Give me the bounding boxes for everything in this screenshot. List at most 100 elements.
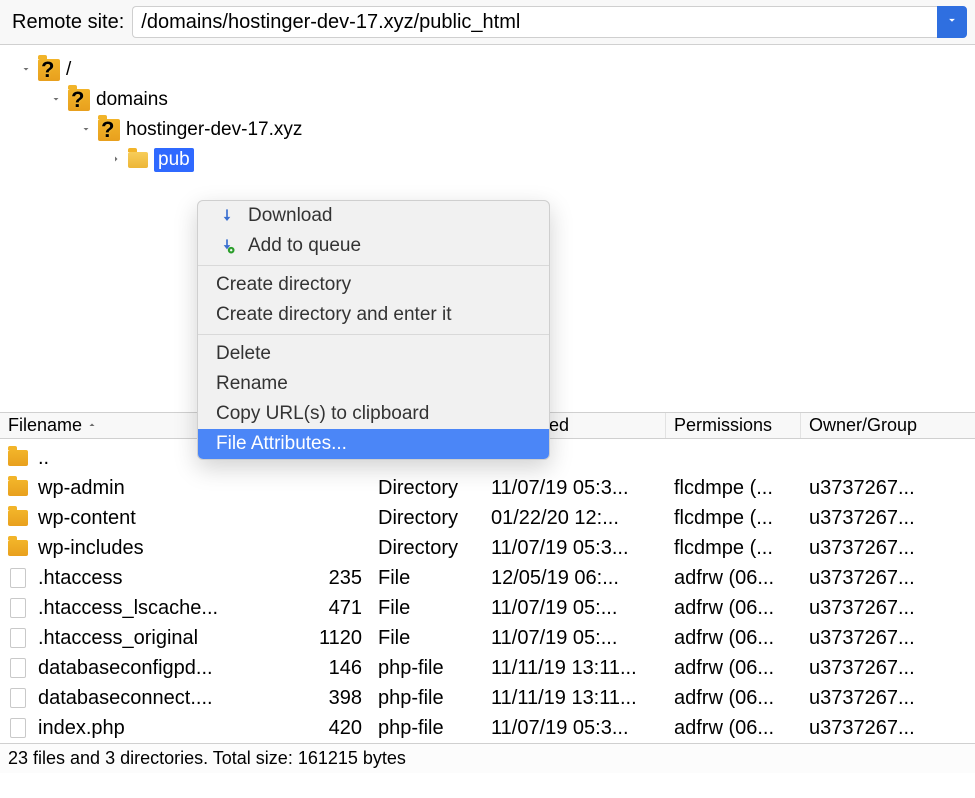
cell-owner: u3737267... (809, 507, 915, 530)
cell-filename: wp-includes (38, 537, 144, 560)
cell-modified: 11/07/19 05:3... (491, 477, 629, 500)
cell-modified: 11/07/19 05:3... (491, 717, 629, 740)
tree-row[interactable]: pub (8, 145, 967, 175)
cell-size: 471 (329, 597, 362, 620)
cell-type: php-file (378, 687, 444, 710)
table-row[interactable]: databaseconfigpd... 146 php-file 11/11/19 1… (0, 653, 975, 683)
cell-permissions: adfrw (06... (674, 567, 774, 590)
unknown-folder-icon: ? (98, 119, 120, 141)
cell-owner: u3737267... (809, 627, 915, 650)
col-label: Permissions (674, 415, 772, 436)
folder-icon (8, 480, 28, 496)
cell-modified: 11/07/19 05:3... (491, 537, 629, 560)
folder-icon (8, 510, 28, 526)
cell-modified: 11/07/19 05:... (491, 627, 617, 650)
cell-permissions: adfrw (06... (674, 717, 774, 740)
ctx-label: Copy URL(s) to clipboard (216, 403, 429, 425)
ctx-download[interactable]: Download (198, 201, 549, 231)
cell-type: File (378, 597, 410, 620)
remote-path-input[interactable] (132, 6, 937, 38)
disclosure-triangle-down-icon[interactable] (50, 89, 62, 111)
table-row[interactable]: .htaccess_lscache...471File11/07/19 05:.… (0, 593, 975, 623)
col-header-permissions[interactable]: Permissions (666, 413, 801, 438)
cell-size: 1120 (319, 627, 362, 650)
folder-icon (8, 450, 28, 466)
cell-owner: u3737267... (809, 597, 915, 620)
file-icon (10, 658, 26, 678)
folder-open-icon (128, 152, 148, 168)
ctx-label: Rename (216, 373, 288, 395)
ctx-label: Add to queue (248, 235, 361, 257)
cell-filename: .htaccess (38, 567, 122, 590)
cell-filename: .. (38, 447, 49, 470)
col-header-owner[interactable]: Owner/Group (801, 413, 975, 438)
ctx-label: Delete (216, 343, 271, 365)
folder-icon (8, 540, 28, 556)
cell-owner: u3737267... (809, 477, 915, 500)
cell-modified: 11/11/19 13:11... (491, 657, 637, 680)
cell-permissions: flcdmpe (... (674, 537, 773, 560)
tree-row[interactable]: ? / (8, 55, 967, 85)
tree-row[interactable]: ? domains (8, 85, 967, 115)
remote-path-combo (132, 6, 967, 38)
table-row[interactable]: index.php420php-file11/07/19 05:3...adfr… (0, 713, 975, 743)
cell-filename: databaseconfigpd... (38, 657, 213, 680)
file-icon (10, 688, 26, 708)
cell-modified: 12/05/19 06:... (491, 567, 619, 590)
remote-path-dropdown-button[interactable] (937, 6, 967, 38)
file-icon (10, 628, 26, 648)
disclosure-triangle-down-icon[interactable] (80, 119, 92, 141)
download-arrow-icon (216, 206, 238, 226)
cell-type: php-file (378, 657, 444, 680)
ctx-label: Download (248, 205, 333, 227)
cell-modified: 11/11/19 13:11... (491, 687, 637, 710)
status-text: 23 files and 3 directories. Total size: … (8, 748, 406, 768)
ctx-rename[interactable]: Rename (198, 369, 549, 399)
cell-permissions: adfrw (06... (674, 627, 774, 650)
cell-permissions: adfrw (06... (674, 657, 774, 680)
ctx-label: Create directory (216, 274, 351, 296)
sort-ascending-icon (82, 415, 98, 436)
cell-size: 146 (329, 657, 362, 680)
cell-type: Directory (378, 537, 458, 560)
cell-filename: .htaccess_original (38, 627, 198, 650)
cell-owner: u3737267... (809, 717, 915, 740)
cell-owner: u3737267... (809, 657, 915, 680)
tree-node-selected-label: pub (154, 148, 194, 172)
disclosure-triangle-right-icon[interactable] (110, 149, 122, 171)
table-row[interactable]: wp-contentDirectory01/22/20 12:...flcdmp… (0, 503, 975, 533)
ctx-delete[interactable]: Delete (198, 339, 549, 369)
cell-size: 420 (329, 717, 362, 740)
table-row[interactable]: databaseconnect....398php-file11/11/19 1… (0, 683, 975, 713)
remote-site-label: Remote site: (12, 11, 124, 34)
cell-filename: databaseconnect.... (38, 687, 213, 710)
status-bar: 23 files and 3 directories. Total size: … (0, 743, 975, 773)
unknown-folder-icon: ? (38, 59, 60, 81)
ctx-add-to-queue[interactable]: Add to queue (198, 231, 549, 261)
table-row[interactable]: wp-includes Directory 11/07/19 05:3... flcd… (0, 533, 975, 563)
cell-permissions: flcdmpe (... (674, 477, 773, 500)
disclosure-triangle-down-icon[interactable] (20, 59, 32, 81)
table-row[interactable]: .htaccess235File12/05/19 06:...adfrw (06… (0, 563, 975, 593)
ctx-create-directory[interactable]: Create directory (198, 270, 549, 300)
cell-filename: wp-content (38, 507, 136, 530)
ctx-label: Create directory and enter it (216, 304, 452, 326)
table-row[interactable]: .htaccess_original1120File11/07/19 05:..… (0, 623, 975, 653)
ctx-create-directory-enter[interactable]: Create directory and enter it (198, 300, 549, 330)
file-icon (10, 568, 26, 588)
table-row[interactable]: wp-adminDirectory11/07/19 05:3...flcdmpe… (0, 473, 975, 503)
ctx-label: File Attributes... (216, 433, 347, 455)
ctx-separator (198, 265, 549, 266)
add-to-queue-icon (216, 236, 238, 256)
ctx-file-attributes[interactable]: File Attributes... (198, 429, 549, 459)
ctx-copy-urls[interactable]: Copy URL(s) to clipboard (198, 399, 549, 429)
ctx-separator (198, 334, 549, 335)
context-menu: Download Add to queue Create directory C… (197, 200, 550, 460)
cell-owner: u3737267... (809, 687, 915, 710)
col-label: Owner/Group (809, 415, 917, 436)
remote-site-bar: Remote site: (0, 0, 975, 45)
tree-node-label: domains (96, 89, 168, 111)
cell-size: 235 (329, 567, 362, 590)
tree-row[interactable]: ? hostinger-dev-17.xyz (8, 115, 967, 145)
unknown-folder-icon: ? (68, 89, 90, 111)
